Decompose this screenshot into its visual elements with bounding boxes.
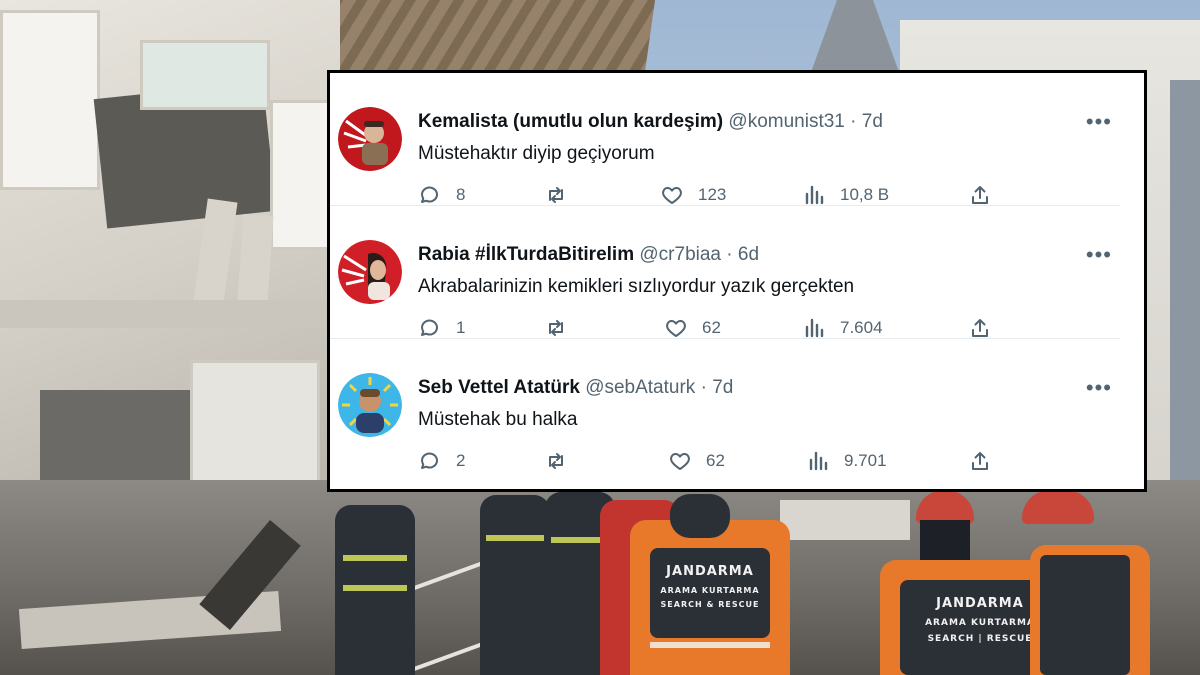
separator: ·: [695, 377, 713, 398]
tweet-text: Müstehaktır diyip geçiyorum: [418, 143, 655, 164]
window: [0, 10, 100, 190]
retweet-icon: [549, 453, 563, 469]
separator: ·: [721, 244, 738, 265]
reply-button[interactable]: 2: [418, 447, 465, 475]
view-count: 10,8 B: [840, 185, 890, 204]
retweet-button[interactable]: [544, 447, 582, 475]
tweet-actions: 2 62 9.701: [418, 447, 1088, 477]
rescue-worker: [335, 505, 415, 675]
like-button[interactable]: 62: [668, 447, 725, 475]
share-icon: [972, 186, 988, 204]
avatar-image: [338, 240, 402, 304]
like-count: 123: [698, 185, 727, 204]
window: [270, 100, 330, 250]
views-icon: [809, 451, 828, 471]
tweet: Seb Vettel Atatürk @sebAtaturk · 7d ••• …: [330, 339, 1144, 472]
reply-icon: [421, 452, 438, 469]
avatar-image: [338, 107, 402, 171]
views-icon: [805, 185, 824, 205]
avatar[interactable]: [338, 373, 402, 437]
avatar[interactable]: [338, 240, 402, 304]
tweet-text: Akrabalarinizin kemikleri sızlıyordur ya…: [418, 276, 855, 297]
vest-label: JANDARMA: [666, 564, 754, 579]
timestamp[interactable]: 6d: [738, 244, 759, 265]
display-name[interactable]: Kemalista (umutlu olun kardeşim): [418, 111, 723, 132]
floor-slab: [0, 300, 330, 328]
tweet: Kemalista (umutlu olun kardeşim) @komuni…: [330, 73, 1144, 206]
handle[interactable]: @komunist31: [728, 111, 844, 132]
like-count: 62: [702, 318, 721, 337]
heart-icon: [670, 453, 690, 470]
rescue-worker: [480, 495, 550, 675]
like-count: 62: [706, 451, 725, 470]
reply-count: 1: [456, 318, 466, 337]
window: [140, 40, 270, 110]
more-options-icon[interactable]: •••: [1086, 109, 1112, 135]
retweet-icon: [549, 320, 563, 336]
reply-count: 8: [456, 185, 466, 204]
view-count: 7.604: [840, 318, 883, 337]
tweets-screenshot: Kemalista (umutlu olun kardeşim) @komuni…: [328, 71, 1146, 491]
more-options-icon[interactable]: •••: [1086, 242, 1112, 268]
separator: ·: [844, 111, 862, 132]
tweet-header: Seb Vettel Atatürk @sebAtaturk · 7d: [418, 377, 733, 399]
handle[interactable]: @cr7biaa: [639, 244, 721, 265]
vest-label: SEARCH & RESCUE: [660, 600, 760, 609]
display-name[interactable]: Rabia #İlkTurdaBitirelim: [418, 244, 634, 265]
view-count: 9.701: [844, 451, 887, 470]
tweet-header: Rabia #İlkTurdaBitirelim @cr7biaa · 6d: [418, 244, 759, 266]
vest-label: ARAMA KURTARMA: [660, 586, 760, 595]
debris: [780, 500, 910, 540]
views-icon: [805, 318, 824, 338]
share-icon: [972, 319, 988, 337]
tweet-header: Kemalista (umutlu olun kardeşim) @komuni…: [418, 111, 883, 133]
views-button[interactable]: 9.701: [806, 447, 887, 475]
handle[interactable]: @sebAtaturk: [585, 377, 695, 398]
reply-icon: [421, 319, 438, 336]
share-button[interactable]: [968, 447, 1006, 475]
display-name[interactable]: Seb Vettel Atatürk: [418, 377, 580, 398]
share-icon: [972, 452, 988, 470]
heart-icon: [662, 187, 682, 204]
retweet-icon: [549, 187, 563, 203]
tweet: Rabia #İlkTurdaBitirelim @cr7biaa · 6d •…: [330, 206, 1144, 339]
reply-count: 2: [456, 451, 466, 470]
tweet-text: Müstehak bu halka: [418, 409, 578, 430]
reply-icon: [421, 186, 438, 203]
more-options-icon[interactable]: •••: [1086, 375, 1112, 401]
timestamp[interactable]: 7d: [862, 111, 883, 132]
rescue-worker: [1022, 490, 1150, 675]
jandarma-worker: JANDARMA ARAMA KURTARMA SEARCH & RESCUE: [630, 494, 790, 675]
avatar[interactable]: [338, 107, 402, 171]
timestamp[interactable]: 7d: [712, 377, 733, 398]
heart-icon: [666, 320, 686, 337]
avatar-image: [338, 373, 402, 437]
